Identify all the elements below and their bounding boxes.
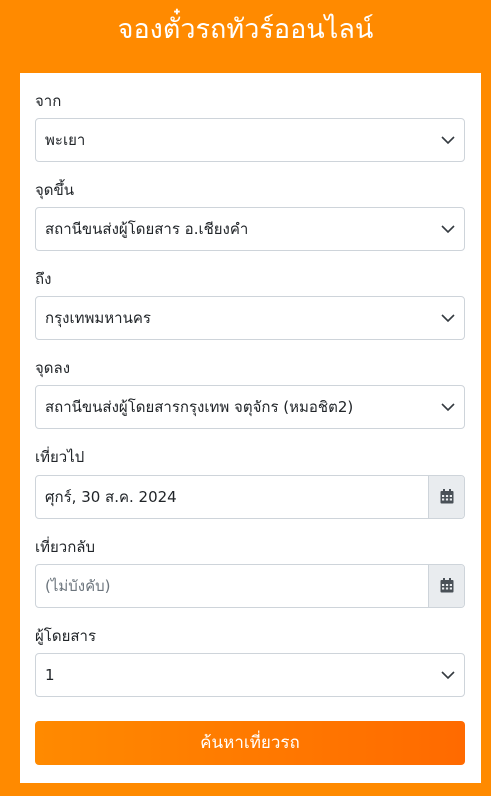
pickup-select[interactable]: สถานีขนส่งผู้โดยสาร อ.เชียงคำ	[35, 207, 465, 251]
pickup-value: สถานีขนส่งผู้โดยสาร อ.เชียงคำ	[45, 220, 249, 238]
from-select[interactable]: พะเยา	[35, 118, 465, 162]
calendar-icon	[440, 578, 454, 593]
to-label: ถึง	[35, 270, 52, 288]
chevron-down-icon	[441, 136, 455, 145]
dropoff-label: จุดลง	[35, 359, 71, 377]
passengers-value: 1	[45, 666, 55, 684]
chevron-down-icon	[441, 314, 455, 323]
chevron-down-icon	[441, 225, 455, 234]
to-value: กรุงเทพมหานคร	[45, 309, 151, 327]
return-calendar-button[interactable]	[428, 565, 464, 607]
return-placeholder: (ไม่บังคับ)	[45, 577, 111, 595]
passengers-label: ผู้โดยสาร	[35, 627, 97, 645]
return-label: เที่ยวกลับ	[35, 538, 96, 556]
dropoff-select[interactable]: สถานีขนส่งผู้โดยสารกรุงเทพ จตุจักร (หมอช…	[35, 385, 465, 429]
from-value: พะเยา	[45, 131, 86, 149]
passengers-select[interactable]: 1	[35, 653, 465, 697]
chevron-down-icon	[441, 671, 455, 680]
depart-date-input[interactable]: ศุกร์, 30 ส.ค. 2024	[35, 475, 465, 519]
booking-form: จาก พะเยา จุดขึ้น สถานีขนส่งผู้โดยสาร อ.…	[20, 73, 481, 783]
page-title: จองตั๋วรถทัวร์ออนไลน์	[117, 14, 374, 45]
to-select[interactable]: กรุงเทพมหานคร	[35, 296, 465, 340]
return-date-input[interactable]: (ไม่บังคับ)	[35, 564, 465, 608]
depart-label: เที่ยวไป	[35, 448, 85, 466]
from-label: จาก	[35, 92, 62, 110]
pickup-label: จุดขึ้น	[35, 181, 75, 199]
dropoff-value: สถานีขนส่งผู้โดยสารกรุงเทพ จตุจักร (หมอช…	[45, 398, 354, 416]
depart-value: ศุกร์, 30 ส.ค. 2024	[45, 488, 177, 506]
depart-calendar-button[interactable]	[428, 476, 464, 518]
search-button[interactable]: ค้นหาเที่ยวรถ	[35, 721, 465, 765]
calendar-icon	[440, 489, 454, 504]
chevron-down-icon	[441, 403, 455, 412]
